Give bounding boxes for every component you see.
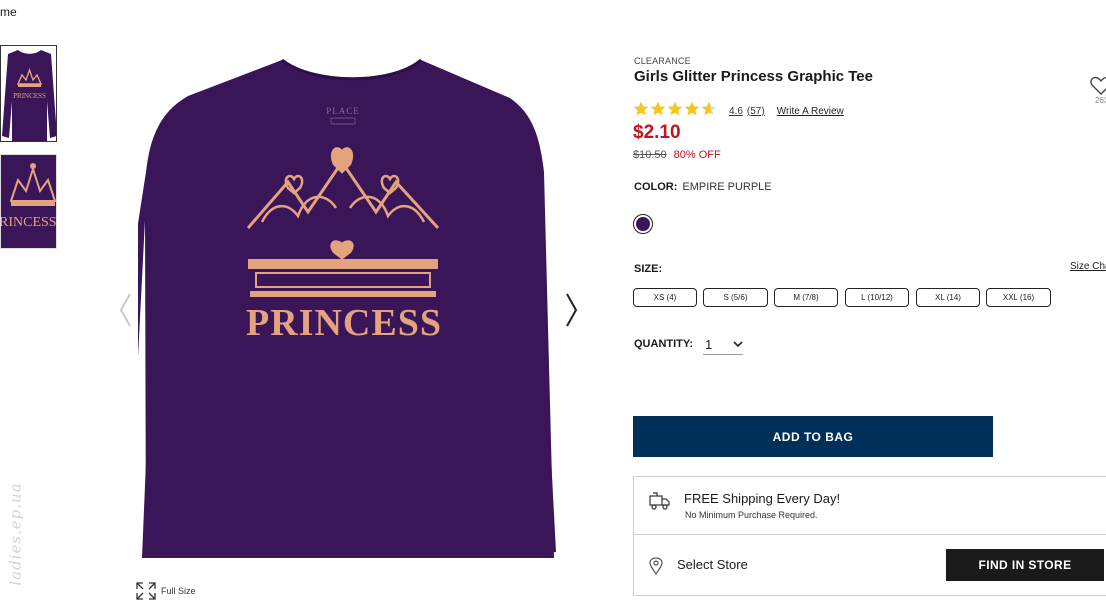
brand-tag: PLACE: [326, 106, 360, 116]
breadcrumb[interactable]: me: [0, 5, 17, 19]
rating-value[interactable]: 4.6: [729, 106, 743, 117]
thumbnail-closeup-text: RINCESS: [1, 215, 57, 230]
sale-price: $2.10: [633, 122, 681, 143]
size-chart-link[interactable]: Size Chart: [1070, 261, 1106, 272]
chevron-left-icon: [119, 293, 131, 327]
select-store-link[interactable]: Select Store: [677, 557, 748, 572]
find-in-store-button[interactable]: FIND IN STORE: [946, 549, 1104, 581]
watermark: ladies.ep.ua: [2, 470, 30, 598]
star-icon: [650, 101, 666, 122]
star-icon: [667, 101, 683, 122]
discount-label: 80% OFF: [673, 149, 721, 161]
princess-graphic-text: PRINCESS: [246, 302, 442, 344]
size-option-xl[interactable]: XL (14): [916, 288, 980, 307]
full-size-button[interactable]: Full Size: [136, 582, 196, 600]
quantity-value: 1: [705, 337, 713, 352]
clearance-badge: CLEARANCE: [634, 56, 691, 66]
heart-icon: [1090, 76, 1106, 95]
star-icon: [633, 101, 649, 122]
original-price: $10.50: [633, 149, 667, 161]
expand-icon: [136, 582, 156, 600]
size-option-xxl[interactable]: XXL (16): [986, 288, 1051, 307]
rating-stars: [633, 101, 717, 122]
color-value: EMPIRE PURPLE: [682, 181, 772, 193]
star-icon: [684, 101, 700, 122]
thumbnail-shirt-front[interactable]: PRINCESS: [0, 45, 57, 142]
quantity-select[interactable]: 1: [703, 335, 743, 355]
quantity-label: QUANTITY:: [634, 338, 694, 350]
shipping-subtitle: No Minimum Purchase Required.: [685, 510, 818, 520]
rating-row: 4.6 (57) Write A Review: [633, 101, 844, 121]
product-title: Girls Glitter Princess Graphic Tee: [634, 68, 873, 85]
thumbnail-graphic-closeup[interactable]: RINCESS: [0, 154, 57, 249]
review-count[interactable]: (57): [747, 106, 765, 117]
thumbnail-graphic-text: PRINCESS: [13, 92, 46, 100]
fulfillment-panel: FREE Shipping Every Day! No Minimum Purc…: [633, 476, 1106, 596]
shipping-title: FREE Shipping Every Day!: [684, 491, 841, 506]
carousel-prev-button[interactable]: [116, 292, 136, 328]
size-option-xs[interactable]: XS (4): [633, 288, 697, 307]
size-option-s[interactable]: S (5/6): [703, 288, 768, 307]
wishlist-count: 263: [1095, 96, 1106, 105]
thumbnail-closeup-image: RINCESS: [1, 155, 57, 248]
chevron-down-icon: [733, 341, 743, 348]
shirt-image: PLACE PRINCESS: [86, 58, 556, 558]
size-option-l[interactable]: L (10/12): [845, 288, 909, 307]
chevron-right-icon: [566, 293, 578, 327]
watermark-text: ladies.ep.ua: [7, 482, 25, 586]
location-pin-icon: [649, 557, 663, 575]
color-swatch-empire-purple[interactable]: [633, 214, 653, 234]
add-to-bag-button[interactable]: ADD TO BAG: [633, 416, 993, 457]
size-option-m[interactable]: M (7/8): [774, 288, 838, 307]
write-review-link[interactable]: Write A Review: [777, 106, 844, 117]
swatch-fill: [636, 217, 650, 231]
price-comparison: $10.50 80% OFF: [633, 149, 721, 161]
product-main-image[interactable]: PLACE PRINCESS: [86, 52, 568, 564]
carousel-next-button[interactable]: [562, 292, 582, 328]
color-label: COLOR:: [634, 181, 678, 193]
full-size-label: Full Size: [161, 586, 196, 596]
thumbnail-shirt-image: PRINCESS: [1, 46, 56, 141]
star-icon: [701, 101, 717, 122]
size-label: SIZE:: [634, 263, 663, 275]
color-row: COLOR: EMPIRE PURPLE: [634, 181, 772, 193]
truck-icon: [649, 492, 670, 510]
divider: [634, 534, 1106, 535]
